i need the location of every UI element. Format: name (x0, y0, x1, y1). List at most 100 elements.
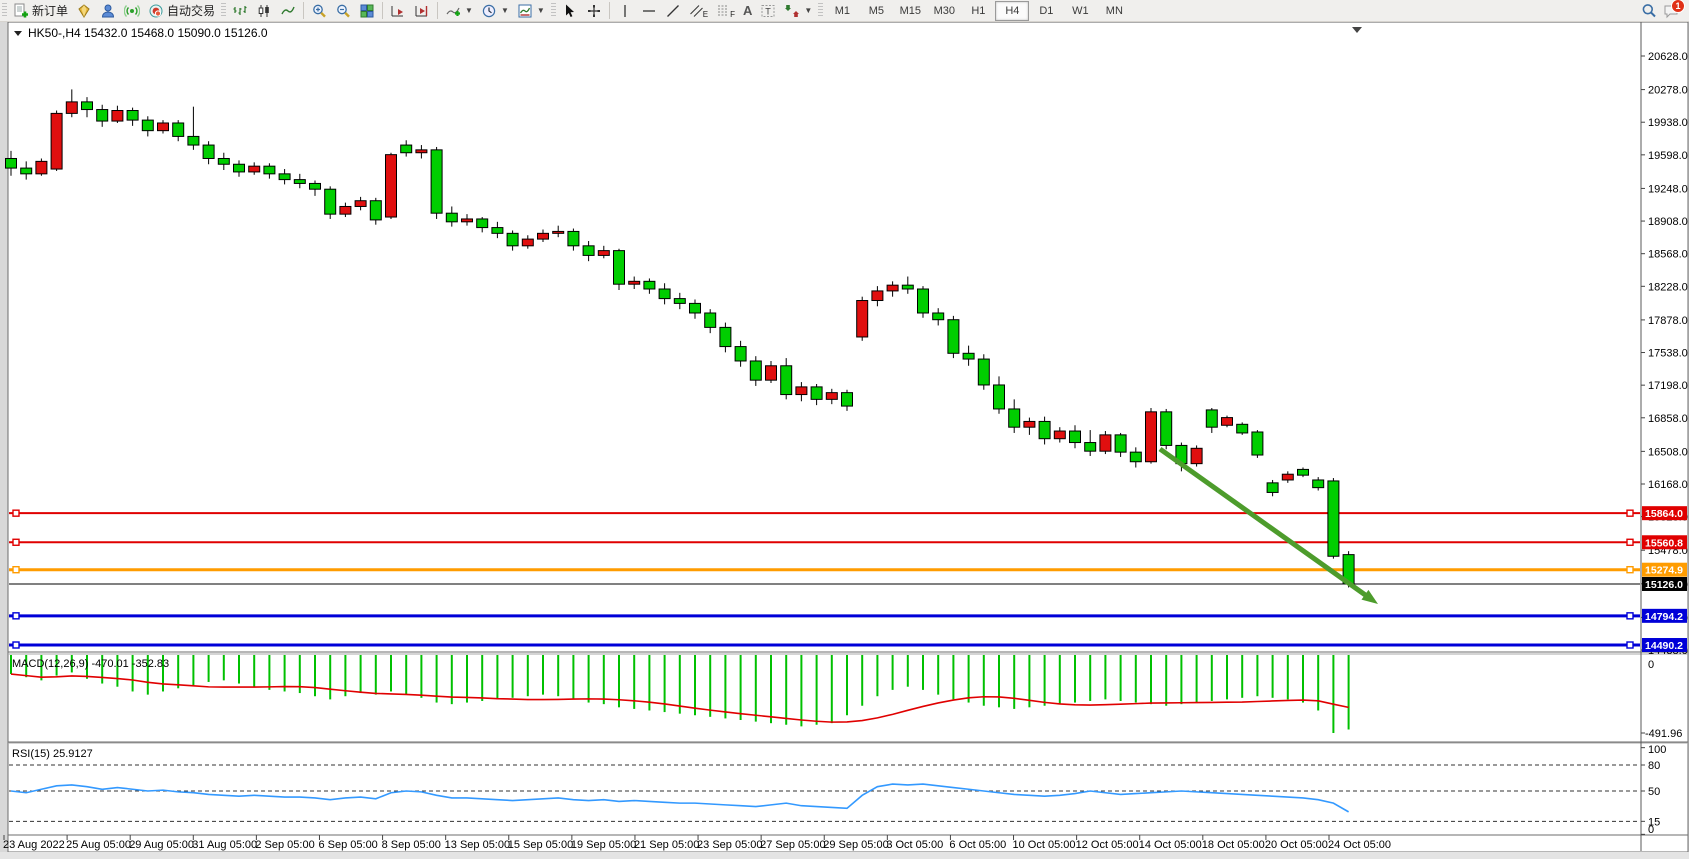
candle-bear (735, 347, 746, 361)
signal-icon (124, 3, 140, 19)
price-badge-label: 15864.0 (1645, 508, 1683, 520)
candle-bear (781, 366, 792, 395)
price-badge-label: 14794.2 (1645, 611, 1683, 623)
bar-chart-button[interactable] (228, 1, 252, 21)
trendline-icon (665, 3, 681, 19)
text-label-button[interactable]: T (756, 1, 780, 21)
separator (382, 2, 383, 19)
separator (303, 2, 304, 19)
timeframe-button-d1[interactable]: D1 (1029, 1, 1063, 21)
candle-bear (1085, 443, 1096, 452)
hline-handle[interactable] (1627, 642, 1633, 648)
candlestick-chart-button[interactable] (252, 1, 276, 21)
arrows-button[interactable]: ▼ (780, 1, 816, 21)
chat-button[interactable]: 1 (1663, 3, 1679, 19)
price-tick-label: 17878.0 (1648, 315, 1688, 327)
candle-bear (1267, 483, 1278, 493)
vertical-line-button[interactable] (613, 1, 637, 21)
hline-handle[interactable] (13, 642, 19, 648)
candle-bull (1024, 421, 1035, 427)
new-order-button[interactable]: 新订单 (9, 1, 72, 21)
tile-windows-icon (359, 3, 375, 19)
candle-bear (902, 285, 913, 289)
time-label: 6 Oct 05:00 (949, 839, 1006, 851)
horizontal-line-button[interactable] (637, 1, 661, 21)
candle-bear (97, 110, 108, 122)
hline-handle[interactable] (13, 613, 19, 619)
candle-bear (1039, 421, 1050, 438)
hline-handle[interactable] (1627, 539, 1633, 545)
candle-bear (705, 313, 716, 327)
time-label: 12 Oct 05:00 (1076, 839, 1139, 851)
time-label: 29 Aug 05:00 (129, 839, 194, 851)
time-label: 14 Oct 05:00 (1139, 839, 1202, 851)
tile-windows-button[interactable] (355, 1, 379, 21)
templates-button[interactable]: ▼ (513, 1, 549, 21)
periods-button[interactable]: ▼ (477, 1, 513, 21)
hline-handle[interactable] (1627, 567, 1633, 573)
signals-button[interactable] (120, 1, 144, 21)
hline-handle[interactable] (1627, 510, 1633, 516)
time-label: 25 Aug 05:00 (66, 839, 131, 851)
candle-bear (674, 299, 685, 304)
timeframe-button-m15[interactable]: M15 (893, 1, 927, 21)
candle-bull (66, 102, 77, 114)
hline-handle[interactable] (13, 539, 19, 545)
profile-button[interactable] (96, 1, 120, 21)
candle-bear (583, 246, 594, 256)
zoom-in-button[interactable] (307, 1, 331, 21)
channel-button[interactable]: E (685, 1, 712, 21)
zoom-out-button[interactable] (331, 1, 355, 21)
text-tool-letter: A (743, 3, 752, 18)
hline-handle[interactable] (13, 510, 19, 516)
chart-canvas[interactable]: 23 Aug 202225 Aug 05:0029 Aug 05:0031 Au… (0, 0, 1689, 859)
candle-bull (416, 150, 427, 153)
search-icon[interactable] (1641, 3, 1657, 19)
candle-bull (355, 201, 366, 207)
person-icon (100, 3, 116, 19)
timeframe-button-m1[interactable]: M1 (825, 1, 859, 21)
autotrading-button[interactable]: 自动交易 (144, 1, 219, 21)
line-chart-button[interactable] (276, 1, 300, 21)
hline-handle[interactable] (13, 567, 19, 573)
chat-badge: 1 (1671, 0, 1685, 13)
cursor-button[interactable] (558, 1, 582, 21)
timeframe-button-w1[interactable]: W1 (1063, 1, 1097, 21)
auto-scroll-button[interactable] (386, 1, 410, 21)
macd-axis-max: 0 (1648, 659, 1654, 671)
group-grip (221, 3, 226, 18)
timeframe-button-m5[interactable]: M5 (859, 1, 893, 21)
toolbar-right: 1 (1641, 3, 1689, 19)
chart-shift-icon (414, 3, 430, 19)
candle-bear (234, 164, 245, 172)
crosshair-button[interactable] (582, 1, 606, 21)
arrows-caret: ▼ (804, 6, 812, 15)
fibonacci-button[interactable]: F (712, 1, 739, 21)
timeframe-button-h4[interactable]: H4 (995, 1, 1029, 21)
trendline-button[interactable] (661, 1, 685, 21)
time-label: 19 Sep 05:00 (571, 839, 636, 851)
news-button[interactable] (72, 1, 96, 21)
timeframe-button-m30[interactable]: M30 (927, 1, 961, 21)
candle-bull (553, 231, 564, 233)
timeframe-row: M1M5M15M30H1H4D1W1MN (825, 1, 1131, 21)
candle-bear (492, 228, 503, 234)
price-tick-label: 18228.0 (1648, 281, 1688, 293)
candle-bear (279, 174, 290, 180)
candle-bear (1130, 452, 1141, 462)
autotrading-icon (148, 3, 164, 19)
candlestick-icon (256, 3, 272, 19)
indicators-button[interactable]: ▼ (441, 1, 477, 21)
time-label: 10 Oct 05:00 (1013, 839, 1076, 851)
hline-handle[interactable] (1627, 613, 1633, 619)
candle-bear (614, 251, 625, 285)
timeframe-button-h1[interactable]: H1 (961, 1, 995, 21)
candle-bear (6, 158, 17, 168)
candle-bear (1237, 424, 1248, 433)
time-label: 23 Aug 2022 (3, 839, 65, 851)
candle-bear (811, 387, 822, 399)
text-button[interactable]: A (739, 1, 756, 21)
candle-bull (857, 301, 868, 337)
timeframe-button-mn[interactable]: MN (1097, 1, 1131, 21)
chart-shift-button[interactable] (410, 1, 434, 21)
